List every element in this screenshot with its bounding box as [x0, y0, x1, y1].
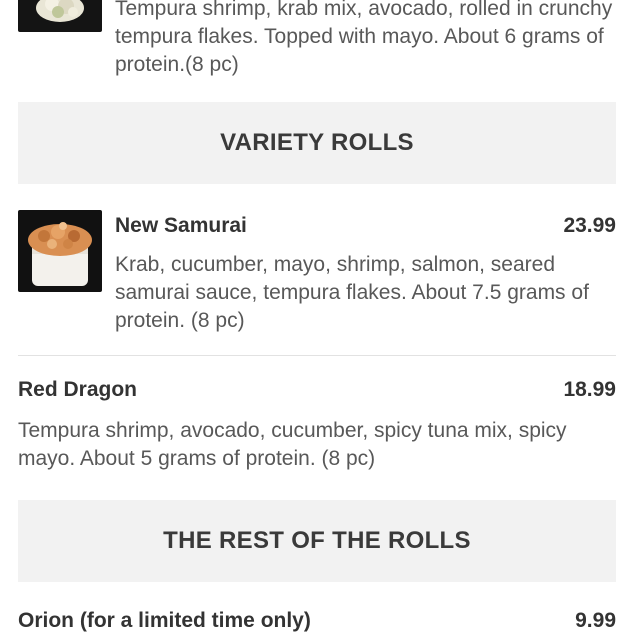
section-header-rest-of-rolls: THE REST OF THE ROLLS [18, 500, 616, 582]
menu-item-red-dragon[interactable]: Red Dragon 18.99 Tempura shrimp, avocado… [18, 378, 616, 478]
menu-item-name: Red Dragon [18, 378, 138, 401]
menu-item-description: Tempura shrimp, krab mix, avocado, rolle… [115, 0, 613, 76]
menu-item-price: 18.99 [563, 378, 616, 401]
menu-item-price: 23.99 [563, 214, 616, 237]
menu-item-description: Krab, cucumber, mayo, shrimp, salmon, se… [115, 253, 589, 332]
item-divider [18, 355, 616, 356]
menu-item-photo [18, 0, 102, 32]
menu-item-top[interactable]: Tempura shrimp, krab mix, avocado, rolle… [18, 0, 616, 80]
new-samurai-photo [18, 210, 102, 292]
menu-item-description: Tempura shrimp, avocado, cucumber, spicy… [18, 419, 567, 470]
menu-item-price: 9.99 [575, 609, 616, 632]
menu-item-name: New Samurai [115, 214, 247, 237]
menu-item-orion[interactable]: Orion (for a limited time only) 9.99 [18, 609, 616, 640]
menu-item-name: Orion (for a limited time only) [18, 609, 311, 632]
section-header-variety-rolls: VARIETY ROLLS [18, 102, 616, 184]
menu-item-new-samurai[interactable]: New Samurai 23.99 Krab, cucumber, mayo, … [18, 210, 616, 340]
menu-page: Tempura shrimp, krab mix, avocado, rolle… [0, 0, 640, 640]
